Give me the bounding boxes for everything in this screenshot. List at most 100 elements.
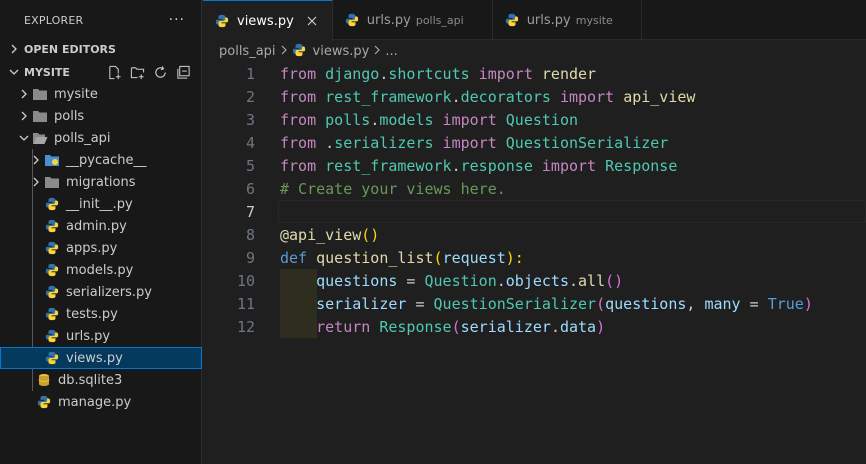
python-file-icon bbox=[292, 43, 308, 59]
new-folder-icon[interactable] bbox=[128, 63, 146, 81]
code-token: serializer bbox=[460, 317, 551, 336]
code-token: render bbox=[541, 64, 597, 83]
tree-item-label: migrations bbox=[66, 174, 136, 190]
code-line[interactable]: 11 serializer = QuestionSerializer(quest… bbox=[203, 292, 866, 315]
code-token: . bbox=[451, 87, 461, 106]
tree-item-label: db.sqlite3 bbox=[58, 372, 123, 388]
project-label: MYSITE bbox=[24, 65, 70, 79]
tree-file-urls[interactable]: urls.py bbox=[0, 325, 202, 347]
code-token: from bbox=[280, 110, 317, 129]
code-text: questions = Question.objects.all() bbox=[280, 272, 623, 290]
code-token: () bbox=[605, 271, 624, 290]
code-line[interactable]: 9 def question_list(request): bbox=[203, 246, 866, 269]
code-text: serializer = QuestionSerializer(question… bbox=[280, 295, 813, 313]
more-actions-icon[interactable]: ··· bbox=[169, 12, 185, 28]
code-token: from bbox=[280, 156, 317, 175]
code-token: = bbox=[406, 294, 434, 313]
code-token: @api_view bbox=[280, 225, 362, 244]
breadcrumb-more[interactable]: ... bbox=[385, 44, 397, 59]
code-text: from polls.models import Question bbox=[280, 111, 578, 129]
code-text: return Response(serializer.data) bbox=[280, 318, 605, 336]
code-editor[interactable]: 1 from django.shortcuts import render 2 fro… bbox=[203, 62, 866, 464]
code-token: from bbox=[280, 64, 317, 83]
chevron-right-icon bbox=[16, 111, 32, 121]
line-number: 11 bbox=[236, 294, 255, 313]
open-editors-section[interactable]: OPEN EDITORS bbox=[4, 38, 202, 60]
code-token: . bbox=[451, 156, 461, 175]
python-file-icon bbox=[44, 262, 60, 278]
line-number: 1 bbox=[245, 64, 255, 83]
code-token: . bbox=[550, 317, 560, 336]
line-number: 5 bbox=[245, 156, 255, 175]
code-text: def question_list(request): bbox=[280, 249, 524, 267]
python-file-icon bbox=[36, 394, 52, 410]
tree-folder-polls-api[interactable]: polls_api bbox=[0, 127, 202, 149]
code-token: QuestionSerializer bbox=[433, 294, 597, 313]
code-token: import bbox=[532, 156, 606, 175]
python-file-icon bbox=[44, 306, 60, 322]
code-token: import bbox=[433, 110, 506, 129]
code-line[interactable]: 10 questions = Question.objects.all() bbox=[203, 269, 866, 292]
python-file-icon bbox=[44, 218, 60, 234]
tab-urls-polls-api[interactable]: urls.py polls_api bbox=[333, 0, 493, 40]
tree-file-views[interactable]: views.py bbox=[0, 347, 202, 369]
tree-folder-migrations[interactable]: migrations bbox=[0, 171, 202, 193]
tree-folder-mysite[interactable]: mysite bbox=[0, 83, 202, 105]
line-number: 4 bbox=[245, 133, 255, 152]
explorer-sidebar: EXPLORER ··· OPEN EDITORS MYSITE mysite … bbox=[0, 0, 202, 464]
code-token: # Create your views here. bbox=[280, 179, 506, 198]
folder-icon bbox=[32, 86, 48, 102]
code-token: def bbox=[280, 248, 308, 267]
tree-item-label: polls_api bbox=[54, 130, 111, 146]
close-icon[interactable] bbox=[304, 13, 320, 29]
code-token: . bbox=[370, 110, 380, 129]
code-token: . bbox=[496, 271, 506, 290]
code-token: ) bbox=[596, 317, 606, 336]
tree-file-models[interactable]: models.py bbox=[0, 259, 202, 281]
tree-item-label: serializers.py bbox=[66, 284, 152, 300]
python-file-icon bbox=[44, 284, 60, 300]
code-line[interactable]: 8 @api_view() bbox=[203, 223, 866, 246]
code-line[interactable]: 4 from .serializers import QuestionSerial… bbox=[203, 131, 866, 154]
code-text: from django.shortcuts import render bbox=[280, 65, 596, 83]
code-line[interactable]: 2 from rest_framework.decorators import a… bbox=[203, 85, 866, 108]
tree-file-admin[interactable]: admin.py bbox=[0, 215, 202, 237]
new-file-icon[interactable] bbox=[105, 63, 123, 81]
line-number: 3 bbox=[245, 110, 255, 129]
tree-file-apps[interactable]: apps.py bbox=[0, 237, 202, 259]
tree-folder-polls[interactable]: polls bbox=[0, 105, 202, 127]
code-token: import bbox=[469, 64, 542, 83]
code-text: # Create your views here. bbox=[280, 180, 506, 198]
code-token: Response bbox=[605, 156, 678, 175]
collapse-all-icon[interactable] bbox=[174, 63, 192, 81]
code-token: django bbox=[316, 64, 380, 83]
tree-item-label: urls.py bbox=[66, 328, 111, 344]
code-token: import bbox=[550, 87, 624, 106]
explorer-title: EXPLORER bbox=[24, 13, 84, 27]
breadcrumb-file[interactable]: views.py bbox=[313, 44, 370, 59]
code-line[interactable]: 3 from polls.models import Question bbox=[203, 108, 866, 131]
chevron-down-icon bbox=[16, 133, 32, 143]
tab-views-py[interactable]: views.py bbox=[203, 0, 333, 41]
tree-file-tests[interactable]: tests.py bbox=[0, 303, 202, 325]
code-token: ): bbox=[505, 248, 524, 267]
code-token: True bbox=[767, 294, 804, 313]
explorer-header: EXPLORER ··· bbox=[0, 0, 201, 40]
code-line[interactable]: 1 from django.shortcuts import render bbox=[203, 62, 866, 85]
tree-folder-pycache[interactable]: __pycache__ bbox=[0, 149, 202, 171]
project-section[interactable]: MYSITE bbox=[4, 61, 202, 83]
tab-urls-mysite[interactable]: urls.py mysite bbox=[493, 0, 642, 40]
project-actions bbox=[105, 63, 202, 81]
code-token: from bbox=[280, 87, 317, 106]
tree-file-manage[interactable]: manage.py bbox=[0, 391, 202, 413]
code-token: question_list bbox=[307, 248, 434, 267]
breadcrumb-folder[interactable]: polls_api bbox=[219, 44, 276, 59]
tree-file-serializers[interactable]: serializers.py bbox=[0, 281, 202, 303]
tree-file-db[interactable]: db.sqlite3 bbox=[0, 369, 202, 391]
code-line[interactable]: 5 from rest_framework.response import Res… bbox=[203, 154, 866, 177]
code-line[interactable]: 7 bbox=[203, 200, 866, 223]
code-line[interactable]: 6 # Create your views here. bbox=[203, 177, 866, 200]
refresh-icon[interactable] bbox=[151, 63, 169, 81]
code-line[interactable]: 12 return Response(serializer.data) bbox=[203, 315, 866, 338]
tree-file-init[interactable]: __init__.py bbox=[0, 193, 202, 215]
